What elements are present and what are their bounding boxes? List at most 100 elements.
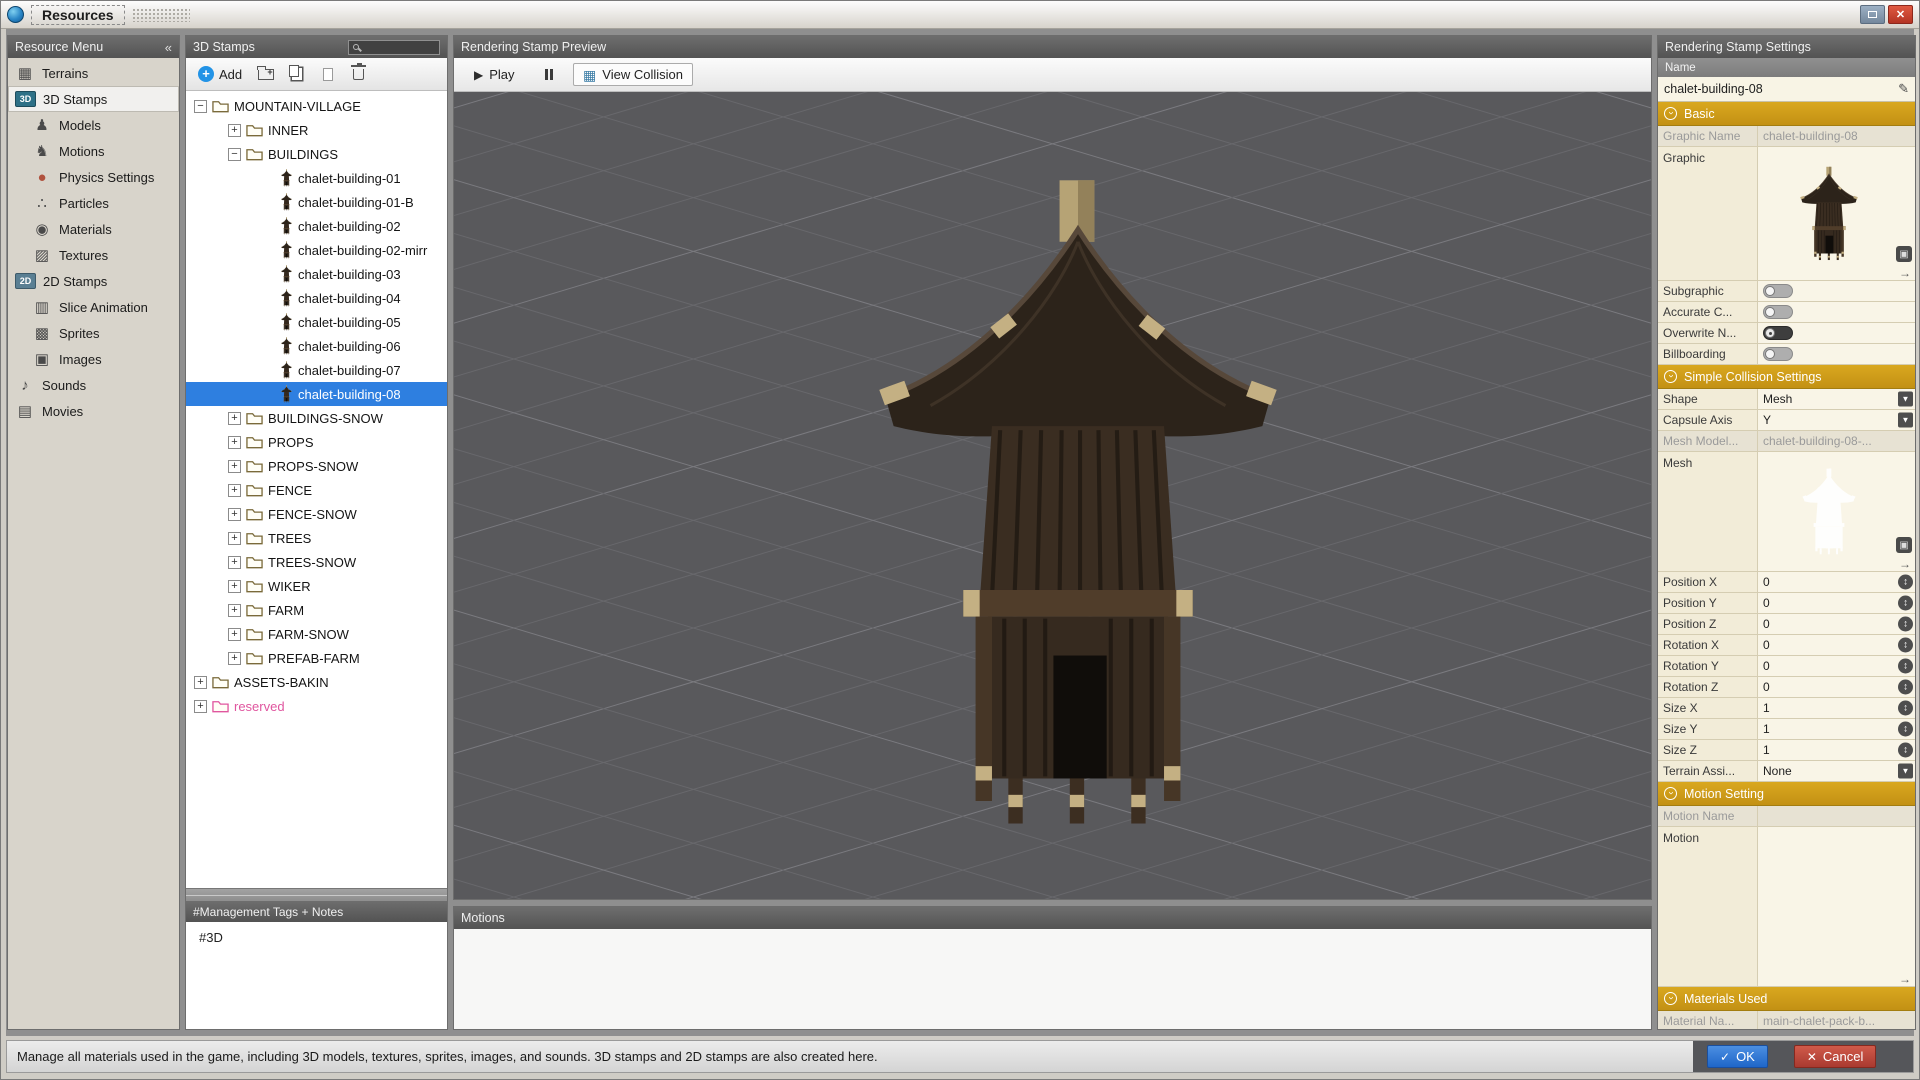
view-collision-button[interactable]: ▦ View Collision bbox=[573, 63, 693, 86]
delete-button[interactable] bbox=[345, 62, 372, 87]
restore-window-button[interactable] bbox=[1860, 5, 1885, 24]
menu-item-materials[interactable]: ◉Materials bbox=[8, 216, 179, 242]
toggle-billboarding[interactable] bbox=[1763, 347, 1793, 361]
play-button[interactable]: ▶ Play bbox=[464, 63, 525, 86]
tree-item-chalet-building-07[interactable]: chalet-building-07 bbox=[186, 358, 447, 382]
collapse-icon[interactable]: − bbox=[228, 148, 241, 161]
spinner-rotation-z-icon[interactable]: ↕ bbox=[1898, 680, 1913, 695]
spinner-position-x-icon[interactable]: ↕ bbox=[1898, 575, 1913, 590]
spinner-position-z-icon[interactable]: ↕ bbox=[1898, 617, 1913, 632]
collapse-icon[interactable]: − bbox=[194, 100, 207, 113]
expand-icon[interactable]: + bbox=[228, 604, 241, 617]
expand-icon[interactable]: + bbox=[228, 628, 241, 641]
menu-item-3d-stamps[interactable]: 3D3D Stamps bbox=[8, 86, 179, 112]
edit-name-icon[interactable]: ✎ bbox=[1898, 81, 1909, 97]
tree-item-farm[interactable]: +FARM bbox=[186, 598, 447, 622]
ok-button[interactable]: ✓ OK bbox=[1707, 1045, 1768, 1068]
menu-item-slice-animation[interactable]: ▥Slice Animation bbox=[8, 294, 179, 320]
menu-item-physics-settings[interactable]: ●Physics Settings bbox=[8, 164, 179, 190]
titlebar[interactable]: Resources ✕ bbox=[1, 1, 1919, 29]
expand-icon[interactable]: + bbox=[228, 508, 241, 521]
tree-item-chalet-building-01-b[interactable]: chalet-building-01-B bbox=[186, 190, 447, 214]
duplicate-button[interactable] bbox=[283, 62, 310, 87]
toggle-accurate-c[interactable] bbox=[1763, 305, 1793, 319]
expand-icon[interactable]: + bbox=[228, 412, 241, 425]
tree-item-chalet-building-03[interactable]: chalet-building-03 bbox=[186, 262, 447, 286]
expand-icon[interactable]: + bbox=[194, 676, 207, 689]
tree-item-chalet-building-04[interactable]: chalet-building-04 bbox=[186, 286, 447, 310]
add-stamp-button[interactable]: + Add bbox=[192, 64, 248, 84]
search-input[interactable] bbox=[348, 40, 440, 55]
expand-icon[interactable]: + bbox=[228, 532, 241, 545]
section-basic[interactable]: ›Basic bbox=[1658, 102, 1915, 126]
section-materials-used[interactable]: ›Materials Used bbox=[1658, 987, 1915, 1011]
paste-button[interactable] bbox=[314, 62, 341, 87]
tree-item-buildings-snow[interactable]: +BUILDINGS-SNOW bbox=[186, 406, 447, 430]
expand-icon[interactable]: + bbox=[228, 652, 241, 665]
menu-item-motions[interactable]: ♞Motions bbox=[8, 138, 179, 164]
spinner-size-y-icon[interactable]: ↕ bbox=[1898, 722, 1913, 737]
spinner-size-z-icon[interactable]: ↕ bbox=[1898, 743, 1913, 758]
spinner-size-x-icon[interactable]: ↕ bbox=[1898, 701, 1913, 716]
stamp-picker-icon[interactable]: ▣ bbox=[1896, 537, 1912, 553]
collapse-panel-icon[interactable]: « bbox=[165, 40, 172, 55]
tree-item-chalet-building-02-mirr[interactable]: chalet-building-02-mirr bbox=[186, 238, 447, 262]
dropdown-shape-icon[interactable]: ▼ bbox=[1898, 392, 1913, 407]
stamp-picker-icon[interactable]: ▣ bbox=[1896, 246, 1912, 262]
toggle-overwrite-n[interactable] bbox=[1763, 326, 1793, 340]
expand-icon[interactable]: + bbox=[228, 460, 241, 473]
dropdown-terrain-assi-icon[interactable]: ▼ bbox=[1898, 764, 1913, 779]
section-motion-setting[interactable]: ›Motion Setting bbox=[1658, 782, 1915, 806]
tree-item-inner[interactable]: +INNER bbox=[186, 118, 447, 142]
tree-item-trees[interactable]: +TREES bbox=[186, 526, 447, 550]
menu-item-textures[interactable]: ▨Textures bbox=[8, 242, 179, 268]
menu-item-sounds[interactable]: ♪Sounds bbox=[8, 372, 179, 398]
expand-arrow-icon[interactable]: → bbox=[1899, 973, 1911, 985]
menu-item-movies[interactable]: ▤Movies bbox=[8, 398, 179, 424]
tags-notes-area[interactable]: #3D bbox=[186, 922, 447, 1029]
tree-item-props-snow[interactable]: +PROPS-SNOW bbox=[186, 454, 447, 478]
3d-viewport[interactable] bbox=[454, 92, 1651, 899]
tree-item-props[interactable]: +PROPS bbox=[186, 430, 447, 454]
cancel-button[interactable]: ✕ Cancel bbox=[1794, 1045, 1877, 1068]
menu-item-sprites[interactable]: ▩Sprites bbox=[8, 320, 179, 346]
tree-item-fence-snow[interactable]: +FENCE-SNOW bbox=[186, 502, 447, 526]
expand-arrow-icon[interactable]: → bbox=[1899, 558, 1911, 570]
section-simple-collision-settings[interactable]: ›Simple Collision Settings bbox=[1658, 365, 1915, 389]
dropdown-capsule-axis-icon[interactable]: ▼ bbox=[1898, 413, 1913, 428]
tree-item-reserved[interactable]: +reserved bbox=[186, 694, 447, 718]
expand-arrow-icon[interactable]: → bbox=[1899, 267, 1911, 279]
tree-item-buildings[interactable]: −BUILDINGS bbox=[186, 142, 447, 166]
menu-item-terrains[interactable]: ▦Terrains bbox=[8, 60, 179, 86]
tree-item-trees-snow[interactable]: +TREES-SNOW bbox=[186, 550, 447, 574]
tree-item-chalet-building-02[interactable]: chalet-building-02 bbox=[186, 214, 447, 238]
spinner-rotation-x-icon[interactable]: ↕ bbox=[1898, 638, 1913, 653]
expand-icon[interactable]: + bbox=[194, 700, 207, 713]
toggle-subgraphic[interactable] bbox=[1763, 284, 1793, 298]
tree-item-chalet-building-05[interactable]: chalet-building-05 bbox=[186, 310, 447, 334]
tree-item-wiker[interactable]: +WIKER bbox=[186, 574, 447, 598]
stamp-name-value[interactable]: chalet-building-08 bbox=[1664, 82, 1763, 96]
expand-icon[interactable]: + bbox=[228, 436, 241, 449]
tree-item-chalet-building-01[interactable]: chalet-building-01 bbox=[186, 166, 447, 190]
tree-item-farm-snow[interactable]: +FARM-SNOW bbox=[186, 622, 447, 646]
expand-icon[interactable]: + bbox=[228, 484, 241, 497]
menu-item-images[interactable]: ▣Images bbox=[8, 346, 179, 372]
menu-item-2d-stamps[interactable]: 2D2D Stamps bbox=[8, 268, 179, 294]
tree-item-prefab-farm[interactable]: +PREFAB-FARM bbox=[186, 646, 447, 670]
pause-button[interactable] bbox=[535, 65, 564, 84]
expand-icon[interactable]: + bbox=[228, 124, 241, 137]
expand-icon[interactable]: + bbox=[228, 580, 241, 593]
tree-item-mountain-village[interactable]: −MOUNTAIN-VILLAGE bbox=[186, 94, 447, 118]
tree-item-chalet-building-06[interactable]: chalet-building-06 bbox=[186, 334, 447, 358]
tree-item-assets-bakin[interactable]: +ASSETS-BAKIN bbox=[186, 670, 447, 694]
spinner-position-y-icon[interactable]: ↕ bbox=[1898, 596, 1913, 611]
tree-splitter[interactable] bbox=[186, 888, 447, 901]
motions-list[interactable] bbox=[454, 929, 1651, 1029]
new-folder-button[interactable] bbox=[252, 62, 279, 87]
expand-icon[interactable]: + bbox=[228, 556, 241, 569]
tree-item-chalet-building-08[interactable]: chalet-building-08 bbox=[186, 382, 447, 406]
spinner-rotation-y-icon[interactable]: ↕ bbox=[1898, 659, 1913, 674]
tree-item-fence[interactable]: +FENCE bbox=[186, 478, 447, 502]
menu-item-models[interactable]: ♟Models bbox=[8, 112, 179, 138]
